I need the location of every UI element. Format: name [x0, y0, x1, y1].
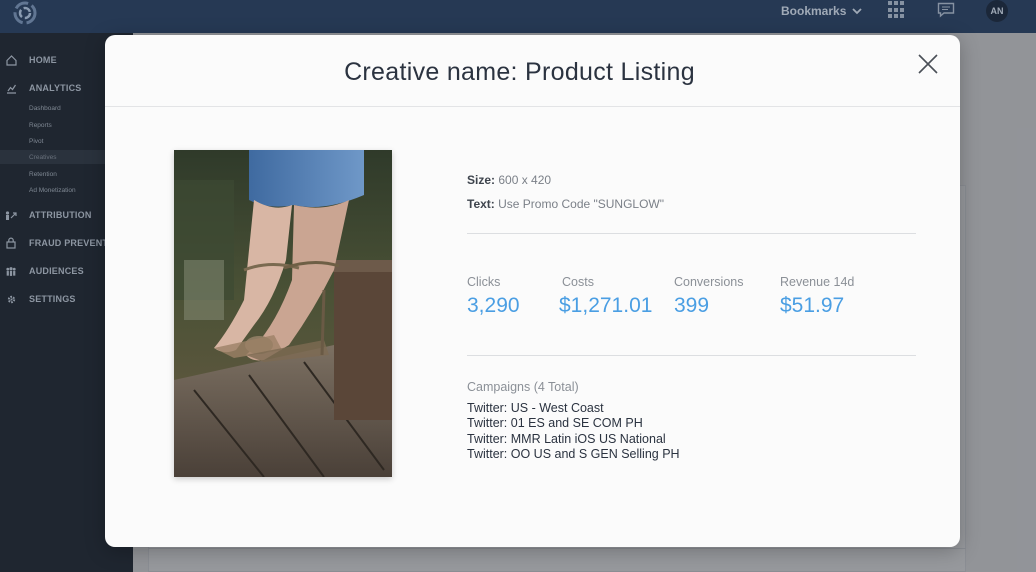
- modal-title: Creative name: Product Listing: [344, 58, 695, 86]
- size-label: Size:: [467, 173, 496, 187]
- text-row: Text: Use Promo Code "SUNGLOW": [467, 197, 664, 211]
- size-row: Size: 600 x 420: [467, 173, 551, 187]
- stat-label: Costs: [562, 275, 594, 289]
- attribution-icon: [5, 209, 17, 221]
- stat-label: Clicks: [467, 275, 501, 289]
- gear-icon: [5, 293, 17, 305]
- home-icon: [5, 54, 17, 66]
- campaign-item: Twitter: 01 ES and SE COM PH: [467, 416, 643, 431]
- stat-costs: Costs $1,271.01: [559, 275, 652, 318]
- campaign-item: Twitter: US - West Coast: [467, 401, 604, 415]
- campaign-item: Twitter: MMR Latin iOS US National: [467, 431, 666, 446]
- divider: [467, 355, 916, 356]
- stat-value: $1,271.01: [559, 294, 653, 317]
- stat-conversions: Conversions 399: [674, 275, 743, 318]
- sidebar-item-label: SETTINGS: [29, 294, 76, 304]
- modal-header: Creative name: Product Listing: [105, 35, 960, 107]
- divider: [467, 233, 916, 234]
- analytics-icon: [5, 82, 17, 94]
- creative-detail-modal: Creative name: Product Listing Size: 600…: [105, 35, 960, 547]
- text-value: Use Promo Code "SUNGLOW": [498, 197, 665, 211]
- sidebar-item-label: HOME: [29, 55, 57, 65]
- audiences-icon: [5, 265, 17, 277]
- sidebar-item-label: ATTRIBUTION: [29, 210, 92, 220]
- stat-revenue: Revenue 14d $51.97: [780, 275, 854, 318]
- stat-clicks: Clicks 3,290: [467, 275, 520, 318]
- sidebar-item-label: FRAUD PREVENTI: [29, 238, 111, 248]
- close-icon[interactable]: [917, 53, 939, 75]
- modal-backdrop-top: [0, 0, 1036, 33]
- stat-value: 399: [674, 294, 710, 317]
- lock-icon: [5, 237, 17, 249]
- campaign-item: Twitter: OO US and S GEN Selling PH: [467, 446, 680, 461]
- stat-value: 3,290: [467, 294, 520, 317]
- stat-label: Revenue 14d: [780, 275, 855, 289]
- text-label: Text:: [467, 197, 495, 211]
- sidebar-item-label: ANALYTICS: [29, 83, 82, 93]
- sidebar-item-label: AUDIENCES: [29, 266, 84, 276]
- campaigns-header: Campaigns (4 Total): [467, 380, 579, 394]
- size-value: 600 x 420: [498, 173, 552, 187]
- creative-image: [174, 150, 392, 477]
- campaigns-list: Twitter: US - West Coast Twitter: 01 ES …: [467, 401, 680, 462]
- stat-value: $51.97: [780, 294, 845, 317]
- stat-label: Conversions: [674, 275, 744, 289]
